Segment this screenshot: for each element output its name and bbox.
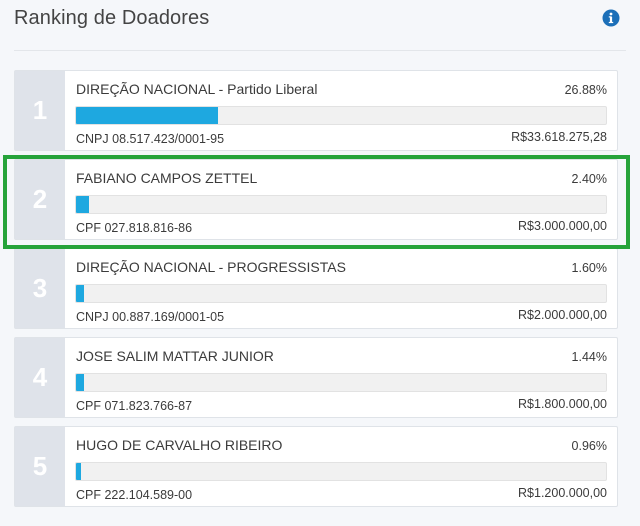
share-bar [75,195,607,214]
donor-percentage: 1.60% [571,261,607,275]
donor-name: DIREÇÃO NACIONAL - PROGRESSISTAS [76,259,346,275]
donor-name: HUGO DE CARVALHO RIBEIRO [76,437,283,453]
share-bar-fill [76,196,89,213]
donor-row[interactable]: 3 DIREÇÃO NACIONAL - PROGRESSISTAS 1.60%… [14,248,618,329]
donor-amount: R$33.618.275,28 [511,130,607,144]
donor-percentage: 2.40% [571,172,607,186]
donor-amount: R$1.800.000,00 [518,397,607,411]
share-bar-fill [76,107,219,124]
donor-document: CNPJ 00.887.169/0001-05 [76,310,225,324]
share-bar [75,373,607,392]
rank-number: 1 [15,71,65,150]
info-circle-icon[interactable] [602,9,620,27]
donor-document: CNPJ 08.517.423/0001-95 [76,132,225,146]
donor-percentage: 0.96% [571,439,607,453]
donor-amount: R$1.200.000,00 [518,486,607,500]
share-bar [75,284,607,303]
donor-percentage: 26.88% [564,83,607,97]
share-bar [75,462,607,481]
rank-number: 2 [15,160,65,239]
rank-number: 3 [15,249,65,328]
donor-document: CPF 071.823.766-87 [76,399,193,413]
donor-name: FABIANO CAMPOS ZETTEL [76,170,258,186]
donor-percentage: 1.44% [571,350,607,364]
donor-row[interactable]: 1 DIREÇÃO NACIONAL - Partido Liberal 26.… [14,70,618,151]
rank-number: 4 [15,338,65,417]
donor-row[interactable]: 2 FABIANO CAMPOS ZETTEL 2.40% CPF 027.81… [14,159,618,240]
donor-ranking-list: 1 DIREÇÃO NACIONAL - Partido Liberal 26.… [14,70,618,515]
share-bar-fill [76,285,85,302]
rank-number: 5 [15,427,65,506]
donor-document: CPF 222.104.589-00 [76,488,193,502]
share-bar-fill [76,463,82,480]
share-bar-fill [76,374,84,391]
donor-amount: R$2.000.000,00 [518,308,607,322]
donor-row[interactable]: 4 JOSE SALIM MATTAR JUNIOR 1.44% CPF 071… [14,337,618,418]
donor-name: DIREÇÃO NACIONAL - Partido Liberal [76,81,318,97]
panel-header: Ranking de Doadores [14,0,626,51]
share-bar [75,106,607,125]
donor-amount: R$3.000.000,00 [518,219,607,233]
page-title: Ranking de Doadores [14,7,210,29]
donor-name: JOSE SALIM MATTAR JUNIOR [76,348,274,364]
donor-document: CPF 027.818.816-86 [76,221,193,235]
donor-row[interactable]: 5 HUGO DE CARVALHO RIBEIRO 0.96% CPF 222… [14,426,618,507]
